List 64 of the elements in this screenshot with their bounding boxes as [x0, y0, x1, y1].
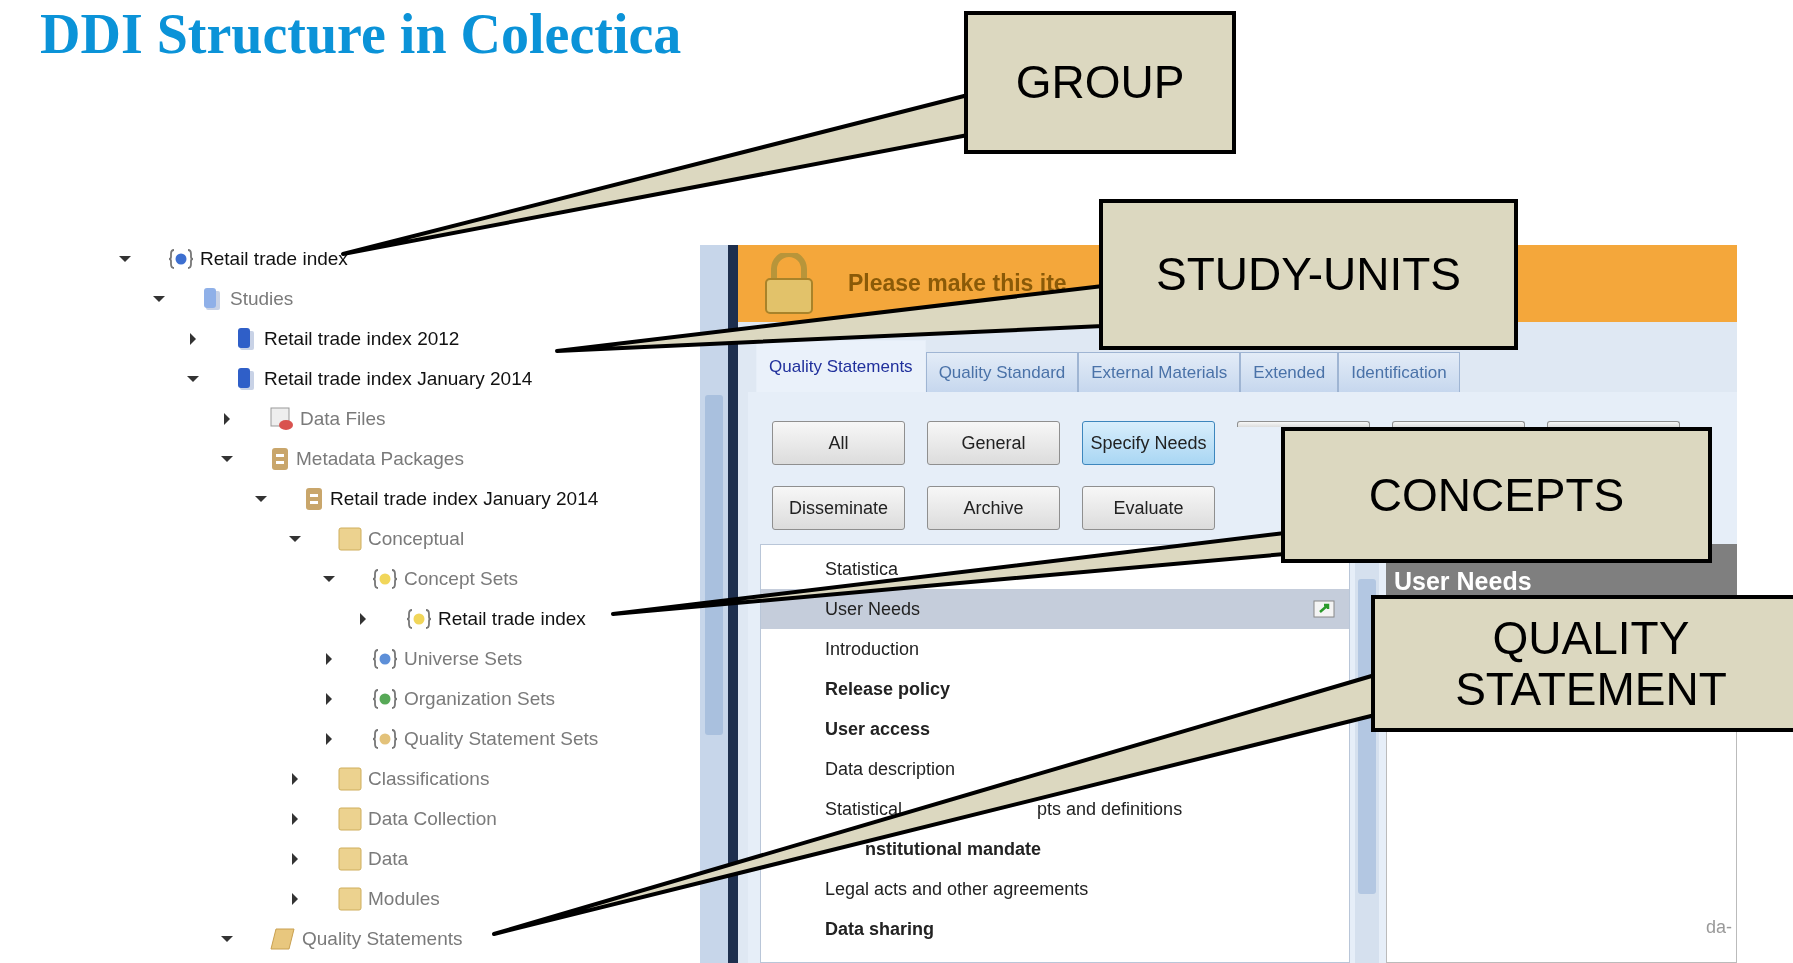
list-row[interactable]: nstitutional mandate: [761, 829, 1349, 869]
set-icon: [372, 688, 398, 710]
tab[interactable]: Extended: [1240, 352, 1339, 392]
folder-icon: [338, 527, 362, 551]
set-icon: [406, 608, 432, 630]
filter-button[interactable]: All: [772, 421, 905, 465]
tab[interactable]: External Materials: [1078, 352, 1241, 392]
filter-button[interactable]: Specify Needs: [1082, 421, 1215, 465]
tree-item[interactable]: Conceptual: [368, 528, 465, 550]
list-row[interactable]: Introduction: [761, 629, 1349, 669]
tree-item[interactable]: Metadata Packages: [296, 448, 464, 470]
callout: CONCEPTS: [1281, 427, 1712, 563]
tab[interactable]: Identification: [1338, 352, 1460, 392]
filter-button[interactable]: Archive: [927, 486, 1060, 530]
cabinet-icon: [304, 487, 324, 511]
filter-button[interactable]: [1237, 421, 1370, 427]
list-row[interactable]: User access: [761, 709, 1349, 749]
tab[interactable]: Quality Standard: [925, 352, 1079, 392]
folder-icon: [338, 887, 362, 911]
tree-item[interactable]: Retail trade index January 2014: [330, 488, 599, 510]
list-row[interactable]: Statistical pts and definitions: [761, 789, 1349, 829]
tab[interactable]: Quality Statements: [756, 340, 926, 392]
detail-heading: User Needs: [1394, 567, 1532, 596]
tree-item[interactable]: Studies: [230, 288, 294, 310]
link-icon[interactable]: [1313, 600, 1335, 618]
callout: GROUP: [964, 11, 1236, 154]
slide-title: DDI Structure in Colectica: [40, 6, 682, 62]
filter-button[interactable]: General: [927, 421, 1060, 465]
tree-item[interactable]: Modules: [368, 888, 440, 910]
table-file-icon: [270, 407, 294, 431]
scroll-icon: [270, 927, 296, 951]
callout: STUDY-UNITS: [1099, 199, 1518, 350]
set-icon: [372, 728, 398, 750]
callout: QUALITY STATEMENT: [1371, 595, 1793, 732]
tree-item[interactable]: Data: [368, 848, 409, 870]
list-row[interactable]: Data description: [761, 749, 1349, 789]
set-icon: [372, 648, 398, 670]
set-icon: [168, 248, 194, 270]
tree-item[interactable]: Data Files: [300, 408, 386, 430]
cabinet-icon: [270, 447, 290, 471]
filter-button[interactable]: [1547, 421, 1680, 427]
filter-button[interactable]: Disseminate: [772, 486, 905, 530]
tree-item[interactable]: Retail trade index 2012: [264, 328, 460, 350]
detail-text: da-: [1706, 917, 1732, 938]
tree-item[interactable]: Quality Statement Sets: [404, 728, 599, 750]
tree-item[interactable]: Quality Statements: [302, 928, 463, 950]
tree-item[interactable]: Retail trade index: [438, 608, 586, 630]
folder-icon: [338, 767, 362, 791]
list-row[interactable]: Data sharing: [761, 909, 1349, 949]
filter-button[interactable]: [1392, 421, 1525, 427]
folder-icon: [338, 807, 362, 831]
set-icon: [372, 568, 398, 590]
tree-item[interactable]: Retail trade index: [200, 248, 348, 270]
tree-item[interactable]: Universe Sets: [404, 648, 523, 670]
tree-item[interactable]: Organization Sets: [404, 688, 556, 710]
tree-item[interactable]: Retail trade index January 2014: [264, 368, 533, 390]
tree-item[interactable]: Classifications: [368, 768, 490, 790]
list-row[interactable]: User Needs: [761, 589, 1349, 629]
tree-item[interactable]: Data Collection: [368, 808, 497, 830]
scrollbar[interactable]: [700, 245, 738, 963]
filter-button[interactable]: Evaluate: [1082, 486, 1215, 530]
tree-item[interactable]: Concept Sets: [404, 568, 519, 590]
list-row[interactable]: Legal acts and other agreements: [761, 869, 1349, 909]
folder-icon: [338, 847, 362, 871]
